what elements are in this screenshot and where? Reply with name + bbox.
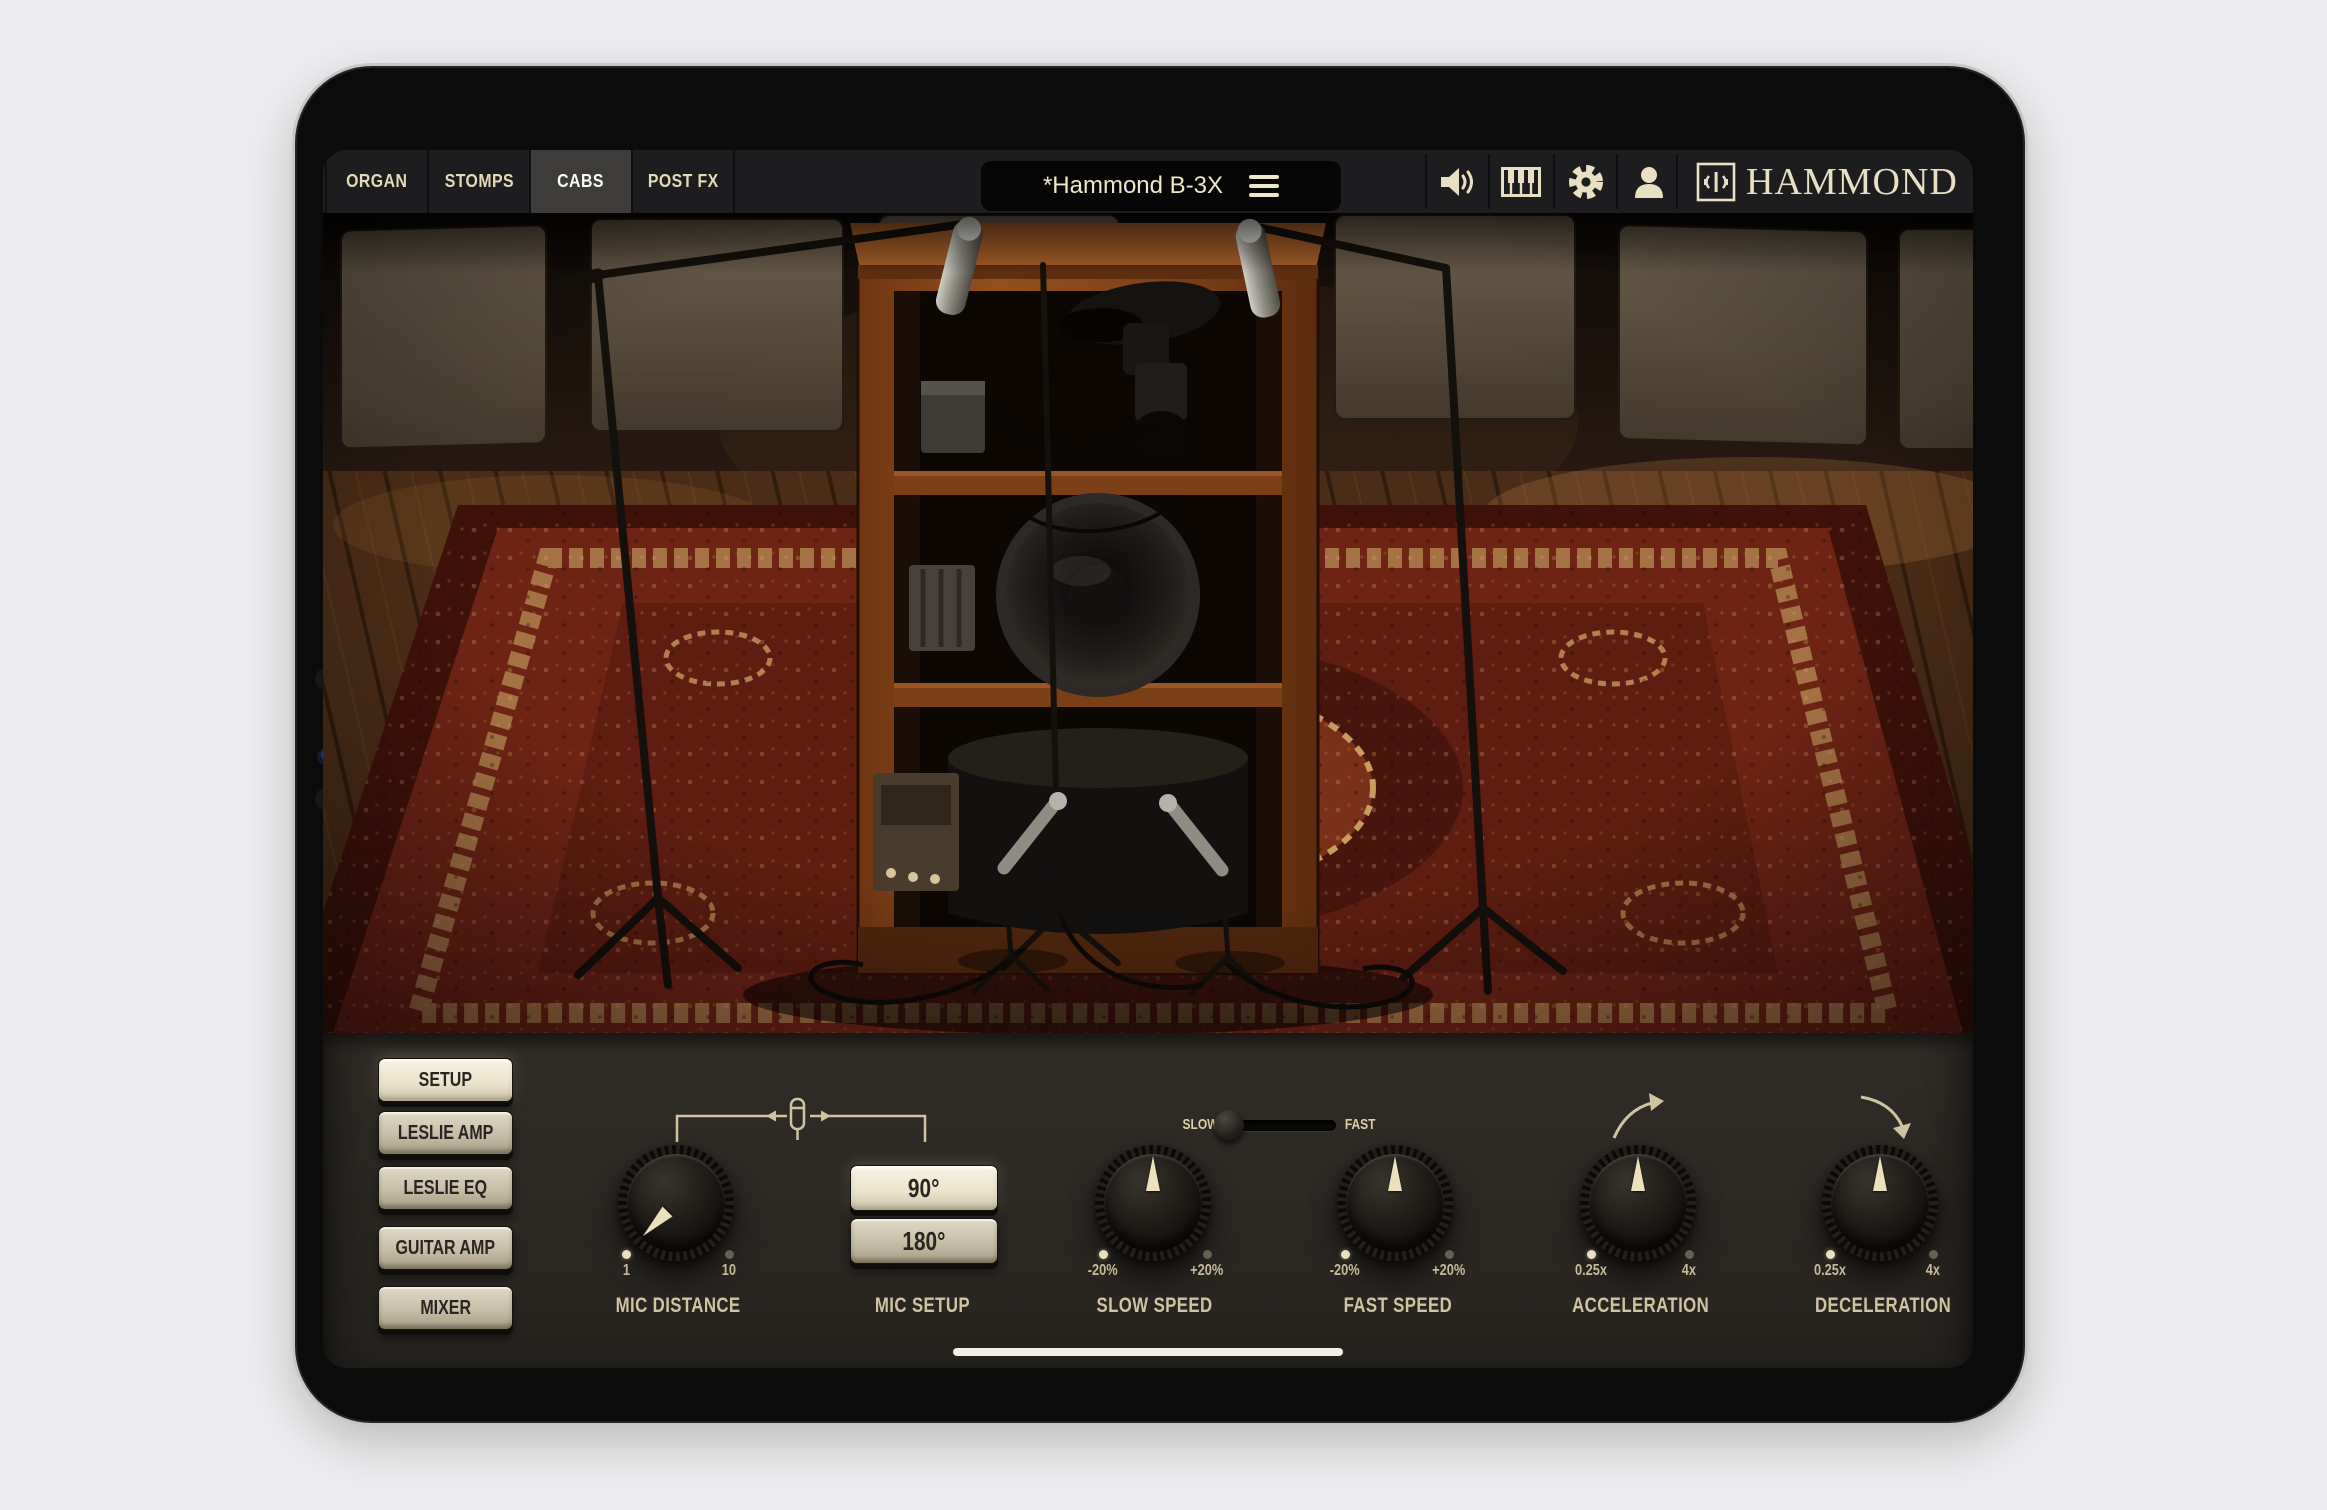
panel-button-guitar-amp[interactable]: GUITAR AMP [378, 1226, 513, 1270]
mic-distance-label: MIC DISTANCE [548, 1294, 808, 1318]
panel-button-setup[interactable]: SETUP [378, 1058, 513, 1102]
mic-setup-180-button[interactable]: 180° [850, 1218, 998, 1264]
tab-cabs[interactable]: CABS [531, 150, 633, 213]
fast-speed-max: +20% [1407, 1250, 1491, 1280]
mic-distance-diagram [663, 1094, 943, 1146]
deceleration-icon [1851, 1092, 1913, 1142]
panel-button-leslie-eq[interactable]: LESLIE EQ [378, 1166, 513, 1210]
fast-speed-min: -20% [1303, 1250, 1387, 1280]
account-person-icon [1631, 164, 1667, 200]
deceleration-min: 0.25x [1788, 1250, 1872, 1280]
account-button[interactable] [1618, 150, 1680, 213]
knob-pointer [1873, 1156, 1887, 1191]
preset-menu-icon[interactable] [1249, 175, 1279, 197]
deceleration-label: DECELERATION [1753, 1294, 1973, 1318]
mic-distance-min: 1 [584, 1250, 668, 1280]
panel-button-leslie-amp[interactable]: LESLIE AMP [378, 1111, 513, 1155]
app-screen: ORGAN STOMPS CABS POST FX *Hammond B-3X [323, 150, 1973, 1368]
slow-speed-max: +20% [1165, 1250, 1249, 1280]
slow-speed-min: -20% [1061, 1250, 1145, 1280]
panel-button-mixer[interactable]: MIXER [378, 1286, 513, 1330]
knob-pointer [1146, 1156, 1160, 1191]
mic-setup-90-button[interactable]: 90° [850, 1165, 998, 1211]
slow-speed-knob[interactable] [1095, 1145, 1211, 1261]
speed-switch-knob[interactable] [1214, 1110, 1244, 1140]
rotor-speed-switch[interactable]: SLOW FAST [1178, 1108, 1378, 1144]
acceleration-knob[interactable] [1580, 1145, 1696, 1261]
acceleration-max: 4x [1647, 1250, 1731, 1280]
deceleration-max: 4x [1891, 1250, 1973, 1280]
volume-icon [1439, 165, 1477, 199]
preset-title: *Hammond B-3X [1043, 172, 1223, 200]
studio-scene-image[interactable] [323, 213, 1973, 1033]
deceleration-knob[interactable] [1822, 1145, 1938, 1261]
acceleration-min: 0.25x [1549, 1250, 1633, 1280]
mic-distance-knob[interactable] [618, 1145, 734, 1261]
knob-pointer [638, 1207, 673, 1242]
acceleration-label: ACCELERATION [1511, 1294, 1771, 1318]
ipad-device-frame: ORGAN STOMPS CABS POST FX *Hammond B-3X [292, 63, 2028, 1426]
mic-setup-label: MIC SETUP [792, 1294, 1052, 1318]
knob-pointer [1388, 1156, 1402, 1191]
keyboard-icon [1501, 167, 1541, 197]
tab-post-fx[interactable]: POST FX [633, 150, 735, 213]
preset-selector[interactable]: *Hammond B-3X [981, 161, 1341, 211]
fast-speed-label: FAST SPEED [1268, 1294, 1528, 1318]
fast-speed-knob[interactable] [1337, 1145, 1453, 1261]
settings-button[interactable] [1555, 150, 1617, 213]
main-tabs: ORGAN STOMPS CABS POST FX [325, 150, 735, 213]
hammond-logo-text: HAMMOND [1746, 160, 1958, 204]
hammond-logo: HAMMOND [1696, 150, 1958, 213]
desktop-background: ORGAN STOMPS CABS POST FX *Hammond B-3X [0, 0, 2327, 1510]
acceleration-icon [1608, 1092, 1670, 1142]
keyboard-button[interactable] [1490, 150, 1552, 213]
hammond-logo-icon [1696, 162, 1736, 202]
knob-pointer [1631, 1156, 1645, 1191]
speed-switch-fast-label: FAST [1341, 1116, 1379, 1133]
tab-organ[interactable]: ORGAN [325, 150, 429, 213]
home-indicator[interactable] [953, 1348, 1343, 1356]
slow-speed-label: SLOW SPEED [1025, 1294, 1285, 1318]
mic-distance-max: 10 [687, 1250, 771, 1280]
tab-stomps[interactable]: STOMPS [429, 150, 531, 213]
volume-button[interactable] [1427, 150, 1489, 213]
top-bar: ORGAN STOMPS CABS POST FX *Hammond B-3X [323, 150, 1973, 213]
settings-gear-icon [1566, 162, 1606, 202]
